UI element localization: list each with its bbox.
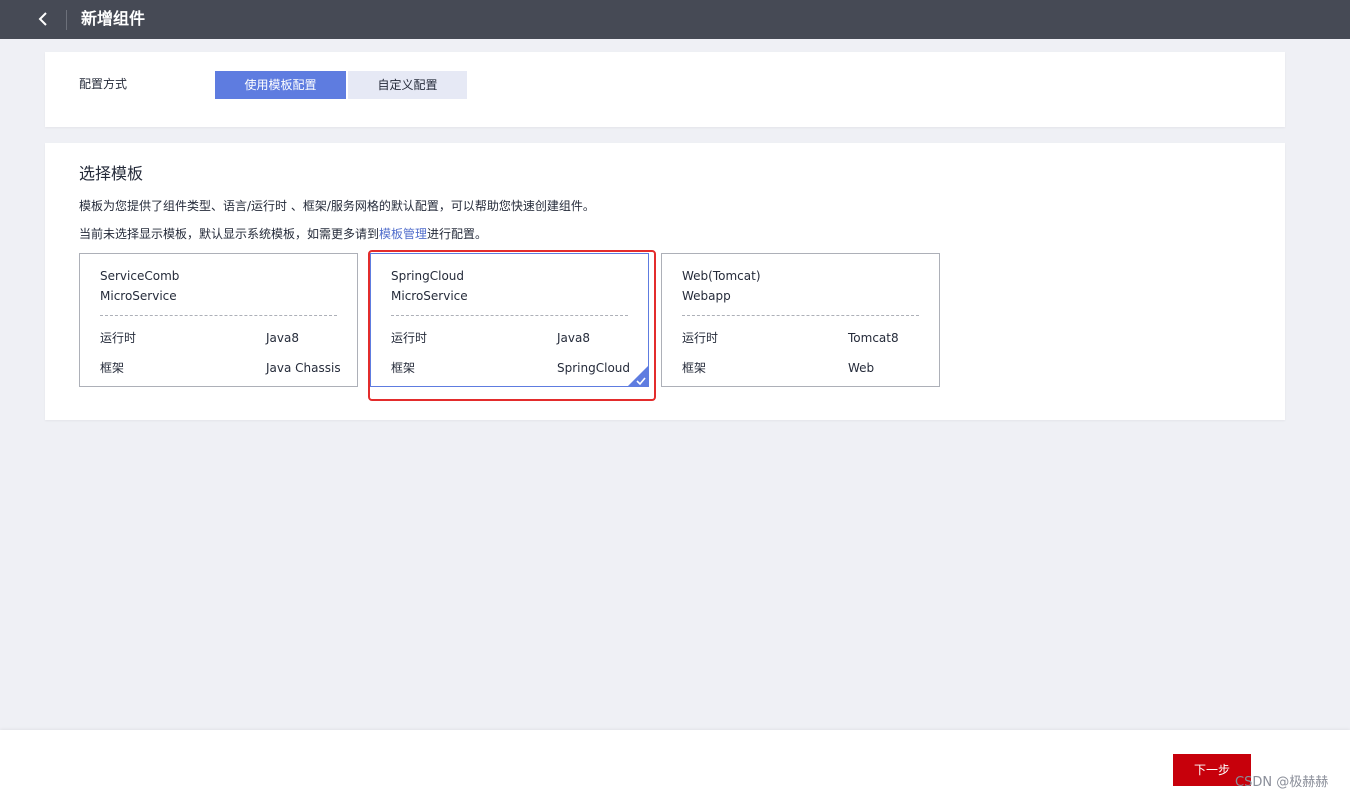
dashed-divider [391,315,628,316]
runtime-value: Java8 [557,331,590,345]
template-card-springcloud[interactable]: SpringCloud MicroService 运行时 Java8 框架 Sp… [370,253,649,387]
runtime-label: 运行时 [682,331,719,345]
framework-value: Web [848,361,875,375]
template-selection-card: 选择模板 模板为您提供了组件类型、语言/运行时 、框架/服务网格的默认配置，可以… [45,143,1285,420]
template-description: 模板为您提供了组件类型、语言/运行时 、框架/服务网格的默认配置，可以帮助您快速… [79,199,595,213]
framework-label: 框架 [391,361,416,375]
page-title: 新增组件 [81,9,146,28]
watermark: CSDN @极赫赫 [1235,775,1329,790]
tab-use-template[interactable]: 使用模板配置 [215,71,346,99]
footer-bar: 下一步 CSDN @极赫赫 [0,730,1350,799]
template-management-link[interactable]: 模板管理 [379,227,427,241]
framework-value: SpringCloud [557,361,631,375]
config-mode-card: 配置方式 使用模板配置 自定义配置 [45,52,1285,127]
section-title: 选择模板 [79,164,144,183]
back-button[interactable] [30,6,56,32]
template-name-line2: Webapp [682,289,731,303]
template-name-line2: MicroService [100,289,177,303]
template-hint-suffix: 进行配置。 [427,227,488,241]
selected-check-icon [628,366,648,386]
template-name: ServiceComb MicroService [100,266,179,306]
dashed-divider [100,315,337,316]
runtime-value: Java8 [266,331,299,345]
template-card-web-tomcat[interactable]: Web(Tomcat) Webapp 运行时 Tomcat8 框架 Web [661,253,940,387]
runtime-label: 运行时 [391,331,428,345]
tab-custom-config[interactable]: 自定义配置 [348,71,467,99]
framework-value: Java Chassis [266,361,341,375]
framework-label: 框架 [100,361,125,375]
config-mode-tabs: 使用模板配置 自定义配置 [215,71,467,99]
template-card-servicecomb[interactable]: ServiceComb MicroService 运行时 Java8 框架 Ja… [79,253,358,387]
chevron-left-icon [38,12,47,26]
template-name-line1: SpringCloud [391,269,465,283]
top-bar: 新增组件 [0,0,1350,39]
runtime-label: 运行时 [100,331,137,345]
config-mode-label: 配置方式 [79,77,128,91]
template-name-line2: MicroService [391,289,468,303]
template-name-line1: Web(Tomcat) [682,269,761,283]
template-name-line1: ServiceComb [100,269,180,283]
template-name: Web(Tomcat) Webapp [682,266,761,306]
dashed-divider [682,315,919,316]
template-hint-prefix: 当前未选择显示模板，默认显示系统模板，如需更多请到 [79,227,380,241]
template-hint: 当前未选择显示模板，默认显示系统模板，如需更多请到模板管理进行配置。 [79,226,487,242]
framework-label: 框架 [682,361,707,375]
runtime-value: Tomcat8 [848,331,899,345]
header-divider [66,10,67,30]
template-name: SpringCloud MicroService [391,266,468,306]
